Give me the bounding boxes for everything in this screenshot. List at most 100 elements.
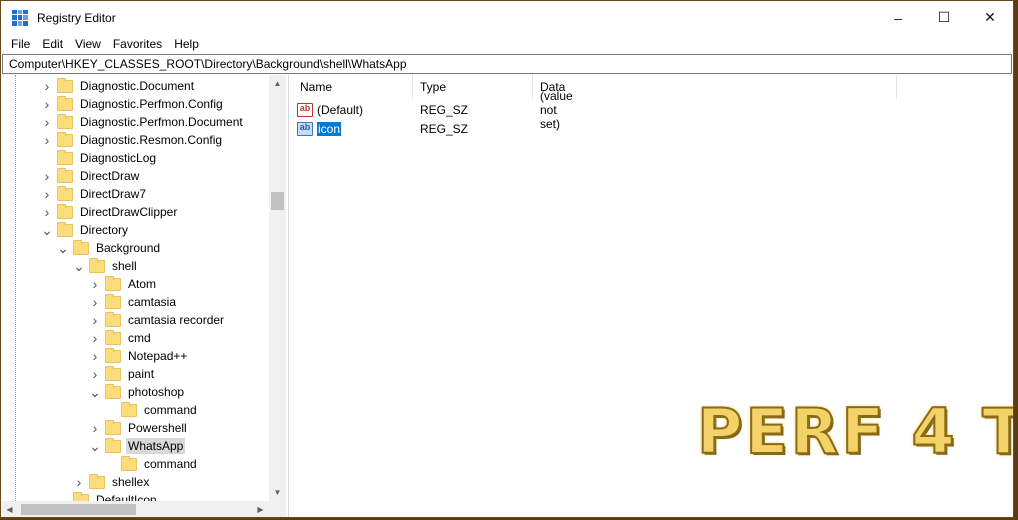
tree-item-label: Notepad++	[128, 349, 188, 363]
key-tree-pane: › Diagnostic.Document › Diagnostic.Perfmon.…	[1, 75, 289, 517]
chevron-right-icon[interactable]: ›	[89, 419, 101, 437]
tree-item[interactable]: command	[105, 401, 199, 419]
maximize-button[interactable]: ☐	[921, 1, 967, 34]
tree-item[interactable]: ⌄ WhatsApp	[89, 437, 186, 455]
chevron-down-icon[interactable]: ⌄	[73, 257, 85, 275]
tree-item[interactable]: › paint	[89, 365, 156, 383]
address-path: Computer\HKEY_CLASSES_ROOT\Directory\Bac…	[9, 57, 407, 71]
tree-item[interactable]: › Notepad++	[89, 347, 189, 365]
tree-item[interactable]: › camtasia	[89, 293, 178, 311]
chevron-right-icon[interactable]: ›	[41, 77, 53, 95]
address-bar[interactable]: Computer\HKEY_CLASSES_ROOT\Directory\Bac…	[2, 54, 1012, 74]
folder-icon	[105, 437, 121, 453]
folder-icon	[73, 239, 89, 255]
scroll-right-icon[interactable]: ▶	[252, 501, 269, 517]
scroll-down-icon[interactable]: ▼	[269, 484, 286, 501]
tree-item[interactable]: › Diagnostic.Document	[41, 77, 196, 95]
tree-item-label: DirectDrawClipper	[80, 205, 178, 219]
tree-item-label: Diagnostic.Resmon.Config	[80, 133, 223, 147]
tree-item[interactable]: ⌄ Background	[57, 239, 162, 257]
tree-item[interactable]: DefaultIcon	[57, 491, 159, 501]
tree-guide-line	[15, 75, 16, 501]
menu-help[interactable]: Help	[168, 37, 205, 51]
tree-item[interactable]: › Diagnostic.Resmon.Config	[41, 131, 224, 149]
tree-item[interactable]: › cmd	[89, 329, 153, 347]
folder-icon	[57, 77, 73, 93]
chevron-right-icon[interactable]: ›	[73, 473, 85, 491]
chevron-right-icon[interactable]: ›	[41, 185, 53, 203]
chevron-down-icon[interactable]: ⌄	[89, 437, 101, 455]
tree-item[interactable]: command	[105, 455, 199, 473]
chevron-right-icon[interactable]: ›	[89, 329, 101, 347]
column-header-data[interactable]: Data	[533, 75, 897, 99]
tree-item-label: camtasia	[128, 295, 177, 309]
folder-icon	[105, 365, 121, 381]
scroll-thumb-horizontal[interactable]	[21, 504, 136, 515]
value-row[interactable]: ab (Default) REG_SZ (value not set)	[297, 89, 573, 131]
registry-editor-icon	[12, 9, 28, 26]
menu-favorites[interactable]: Favorites	[107, 37, 168, 51]
chevron-right-icon[interactable]: ›	[41, 203, 53, 221]
tree-item[interactable]: › Powershell	[89, 419, 189, 437]
tree-item-label: WhatsApp	[126, 438, 186, 454]
tree-item[interactable]: ⌄ Directory	[41, 221, 130, 239]
tree-item-label: Diagnostic.Perfmon.Document	[80, 115, 243, 129]
tree-item[interactable]: › DirectDrawClipper	[41, 203, 179, 221]
folder-icon	[105, 347, 121, 363]
tree-item[interactable]: › Diagnostic.Perfmon.Config	[41, 95, 225, 113]
chevron-right-icon[interactable]: ›	[89, 365, 101, 383]
chevron-right-icon[interactable]: ›	[89, 275, 101, 293]
tree-item-label: DiagnosticLog	[80, 151, 157, 165]
chevron-down-icon[interactable]: ⌄	[41, 221, 53, 239]
menu-view[interactable]: View	[69, 37, 107, 51]
tree-item[interactable]: › camtasia recorder	[89, 311, 226, 329]
tree-item[interactable]: › DirectDraw7	[41, 185, 148, 203]
folder-icon	[105, 419, 121, 435]
tree-item[interactable]: ⌄ shell	[73, 257, 139, 275]
tree-horizontal-scrollbar[interactable]: ◀ ▶	[1, 501, 286, 517]
tree-item[interactable]: ⌄ photoshop	[89, 383, 186, 401]
value-type: REG_SZ	[420, 103, 469, 117]
window-title: Registry Editor	[37, 10, 116, 25]
folder-icon	[89, 257, 105, 273]
close-button[interactable]: ✕	[967, 1, 1013, 34]
tree-item[interactable]: › Atom	[89, 275, 158, 293]
tree-item[interactable]: › shellex	[73, 473, 151, 491]
chevron-right-icon[interactable]: ›	[41, 113, 53, 131]
menu-file[interactable]: File	[5, 37, 36, 51]
title-bar[interactable]: Registry Editor – ☐ ✕	[1, 1, 1013, 34]
folder-icon	[121, 455, 137, 471]
tree-item-label: DefaultIcon	[96, 493, 157, 501]
menu-edit[interactable]: Edit	[36, 37, 69, 51]
column-header-name[interactable]: Name	[293, 75, 413, 99]
chevron-down-icon[interactable]: ⌄	[57, 239, 69, 257]
tree-item[interactable]: › DirectDraw	[41, 167, 141, 185]
scroll-thumb[interactable]	[271, 192, 284, 210]
chevron-right-icon[interactable]: ›	[41, 131, 53, 149]
chevron-right-icon[interactable]: ›	[89, 293, 101, 311]
tree-vertical-scrollbar[interactable]: ▲ ▼	[269, 75, 286, 501]
minimize-button[interactable]: –	[875, 1, 921, 34]
tree-item-label: cmd	[128, 331, 151, 345]
tree-item-label: camtasia recorder	[128, 313, 225, 327]
tree-item-label: Background	[96, 241, 161, 255]
tree-item[interactable]: › Diagnostic.Perfmon.Document	[41, 113, 245, 131]
chevron-down-icon[interactable]: ⌄	[89, 383, 101, 401]
folder-icon	[57, 113, 73, 129]
chevron-right-icon[interactable]: ›	[41, 167, 53, 185]
scroll-left-icon[interactable]: ◀	[1, 501, 18, 517]
column-header-type[interactable]: Type	[413, 75, 533, 99]
tree-item[interactable]: DiagnosticLog	[41, 149, 158, 167]
chevron-right-icon[interactable]: ›	[89, 347, 101, 365]
chevron-right-icon[interactable]: ›	[89, 311, 101, 329]
column-headers: Name Type Data	[293, 75, 897, 99]
tree-item-label: command	[144, 403, 197, 417]
tree-item-label: Diagnostic.Perfmon.Config	[80, 97, 223, 111]
chevron-right-icon[interactable]: ›	[41, 95, 53, 113]
scroll-up-icon[interactable]: ▲	[269, 75, 286, 92]
folder-icon	[105, 275, 121, 291]
value-row-selected[interactable]: ab icon REG_SZ	[297, 120, 468, 138]
